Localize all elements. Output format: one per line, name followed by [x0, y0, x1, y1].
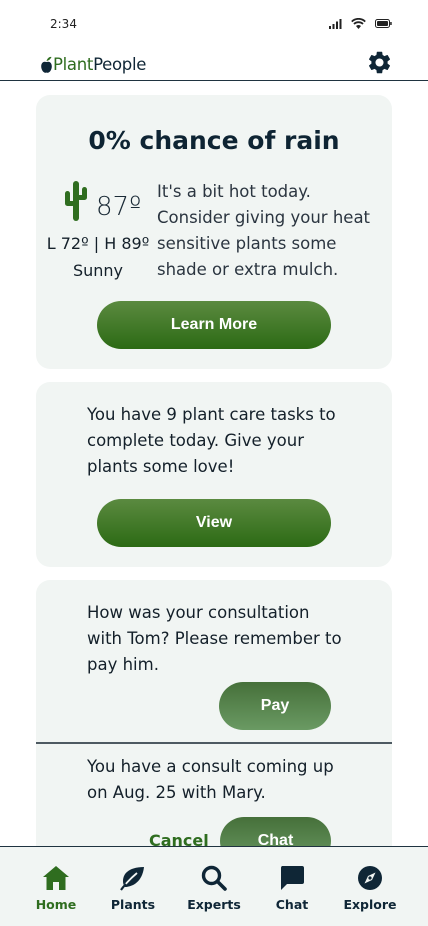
home-feed[interactable]: 0% chance of rain 87º L 72º | H 89º Sunn…: [0, 82, 428, 846]
consult-card: How was your consultation with Tom? Plea…: [36, 580, 392, 846]
tasks-card: You have 9 plant care tasks to complete …: [36, 382, 392, 567]
pay-button[interactable]: Pay: [219, 682, 331, 730]
logo-plant: Plant: [53, 55, 94, 74]
settings-button[interactable]: [366, 49, 393, 80]
chat-bubble-icon: [280, 866, 304, 890]
tab-label: Home: [35, 897, 77, 912]
cancel-consult-link[interactable]: Cancel: [149, 831, 209, 846]
logo-people: People: [93, 55, 147, 74]
tab-label: Chat: [275, 897, 309, 912]
tab-label: Experts: [187, 897, 241, 912]
high-low-temperature: L 72º | H 89º: [46, 234, 150, 253]
tab-explore[interactable]: Explore: [330, 861, 410, 912]
rain-chance-title: 0% chance of rain: [88, 126, 340, 155]
chat-button[interactable]: Chat: [220, 817, 331, 846]
view-tasks-button[interactable]: View: [97, 499, 331, 547]
apple-leaf-logo-icon: [41, 56, 52, 73]
bottom-tab-bar: Home Plants Experts Chat Explore: [0, 846, 428, 926]
tab-experts[interactable]: Experts: [174, 861, 254, 912]
weather-condition: Sunny: [72, 261, 124, 280]
compass-icon: [358, 866, 382, 890]
status-icons: [329, 18, 392, 29]
leaf-icon: [120, 867, 144, 891]
cactus-icon: [65, 181, 87, 221]
wifi-icon: [351, 18, 366, 29]
plantpeople-logo[interactable]: PlantPeople: [41, 55, 146, 74]
status-bar: 2:34: [0, 0, 428, 48]
signal-icon: [329, 18, 342, 29]
tab-home[interactable]: Home: [16, 861, 96, 912]
status-time: 2:34: [50, 17, 77, 31]
temperature: 87º: [96, 192, 142, 222]
gear-icon: [368, 51, 391, 74]
battery-icon: [375, 19, 392, 28]
upcoming-consult-message: You have a consult coming up on Aug. 25 …: [87, 757, 334, 802]
tasks-message: You have 9 plant care tasks to complete …: [87, 405, 336, 476]
tab-label: Plants: [110, 897, 156, 912]
divider: [36, 742, 392, 744]
weather-card: 0% chance of rain 87º L 72º | H 89º Sunn…: [36, 95, 392, 369]
learn-more-button[interactable]: Learn More: [97, 301, 331, 349]
app-header: PlantPeople: [0, 48, 428, 81]
payment-reminder-message: How was your consultation with Tom? Plea…: [87, 603, 342, 674]
tab-plants[interactable]: Plants: [93, 861, 173, 912]
logo-wordmark: PlantPeople: [53, 55, 146, 74]
search-icon: [201, 865, 227, 891]
tab-label: Explore: [343, 897, 397, 912]
weather-advice: It's a bit hot today. Consider giving yo…: [157, 182, 371, 279]
home-icon: [43, 866, 69, 890]
tab-chat[interactable]: Chat: [252, 861, 332, 912]
